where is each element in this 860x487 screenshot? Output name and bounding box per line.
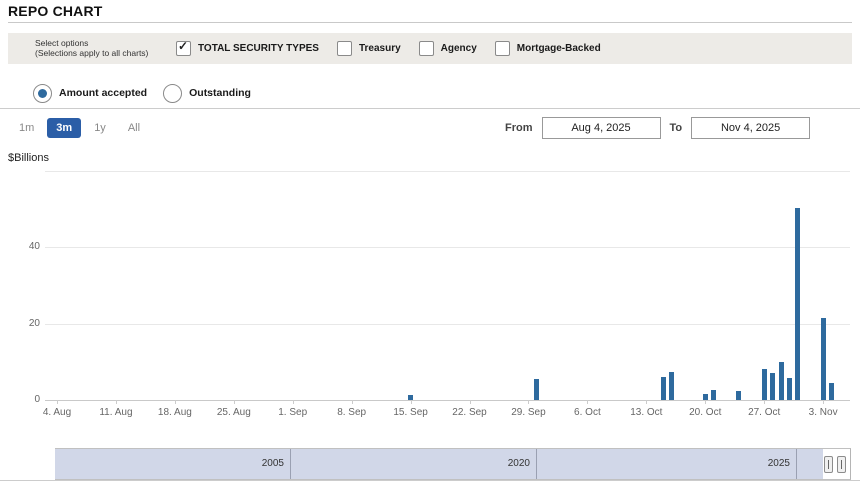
x-axis-tick (116, 400, 117, 404)
bar-sep-30-2025[interactable] (534, 379, 539, 400)
y-axis-tick-label: 40 (2, 241, 40, 252)
bar-oct-31-2025[interactable] (795, 208, 800, 400)
gridline-40 (45, 247, 850, 248)
bar-chart-plot-area: 0 20 40 4. Aug11. Aug18. Aug25. Aug1. Sep8.… (0, 0, 860, 487)
bar-oct-30-2025[interactable] (787, 378, 792, 400)
repo-chart-page: REPO CHART Select options (Selections ap… (0, 0, 860, 487)
bar-oct-27-2025[interactable] (762, 369, 767, 400)
x-axis-tick (528, 400, 529, 404)
x-axis-tick (764, 400, 765, 404)
bar-oct-16-2025[interactable] (669, 372, 674, 400)
y-axis-tick-label: 0 (2, 394, 40, 405)
navigator-right-handle[interactable] (837, 456, 846, 473)
x-axis-tick (293, 400, 294, 404)
bar-oct-29-2025[interactable] (779, 362, 784, 400)
x-axis-tick (705, 400, 706, 404)
x-axis-tick-label: 1. Sep (261, 407, 325, 418)
x-axis-tick (646, 400, 647, 404)
gridline-60 (45, 171, 850, 172)
x-axis-tick-label: 3. Nov (791, 407, 855, 418)
x-axis-tick (234, 400, 235, 404)
x-axis-tick (823, 400, 824, 404)
x-axis-tick-label: 25. Aug (202, 407, 266, 418)
navigator-bottom-line (0, 480, 860, 481)
navigator-year-divider (536, 449, 537, 479)
bar-oct-20-2025[interactable] (703, 394, 708, 400)
navigator-mask[interactable] (55, 449, 823, 479)
x-axis-tick (411, 400, 412, 404)
bar-oct-28-2025[interactable] (770, 373, 775, 400)
x-axis-tick-label: 22. Sep (438, 407, 502, 418)
x-axis-tick-label: 11. Aug (84, 407, 148, 418)
x-axis-line (45, 400, 850, 401)
navigator-year-label: 2005 (224, 458, 284, 469)
chart-navigator[interactable]: 2005 2020 2025 (55, 448, 851, 480)
navigator-year-label: 2020 (470, 458, 530, 469)
bar-oct-24-2025[interactable] (736, 391, 741, 400)
bar-sep-15-2025[interactable] (408, 395, 413, 400)
x-axis-tick (470, 400, 471, 404)
navigator-year-divider (796, 449, 797, 479)
x-axis-tick-label: 20. Oct (673, 407, 737, 418)
navigator-year-divider (290, 449, 291, 479)
gridline-20 (45, 324, 850, 325)
x-axis-tick (352, 400, 353, 404)
bar-oct-21-2025[interactable] (711, 390, 716, 400)
x-axis-tick-label: 18. Aug (143, 407, 207, 418)
x-axis-tick-label: 6. Oct (555, 407, 619, 418)
x-axis-tick-label: 4. Aug (25, 407, 89, 418)
y-axis-tick-label: 20 (2, 318, 40, 329)
navigator-year-label: 2025 (730, 458, 790, 469)
x-axis-tick (57, 400, 58, 404)
x-axis-tick-label: 29. Sep (496, 407, 560, 418)
bar-oct-15-2025[interactable] (661, 377, 666, 400)
x-axis-tick-label: 13. Oct (614, 407, 678, 418)
bar-nov-4-2025[interactable] (829, 383, 834, 400)
navigator-left-handle[interactable] (824, 456, 833, 473)
x-axis-tick (587, 400, 588, 404)
x-axis-tick-label: 27. Oct (732, 407, 796, 418)
x-axis-tick (175, 400, 176, 404)
bar-nov-3-2025[interactable] (821, 318, 826, 400)
x-axis-tick-label: 15. Sep (379, 407, 443, 418)
x-axis-tick-label: 8. Sep (320, 407, 384, 418)
